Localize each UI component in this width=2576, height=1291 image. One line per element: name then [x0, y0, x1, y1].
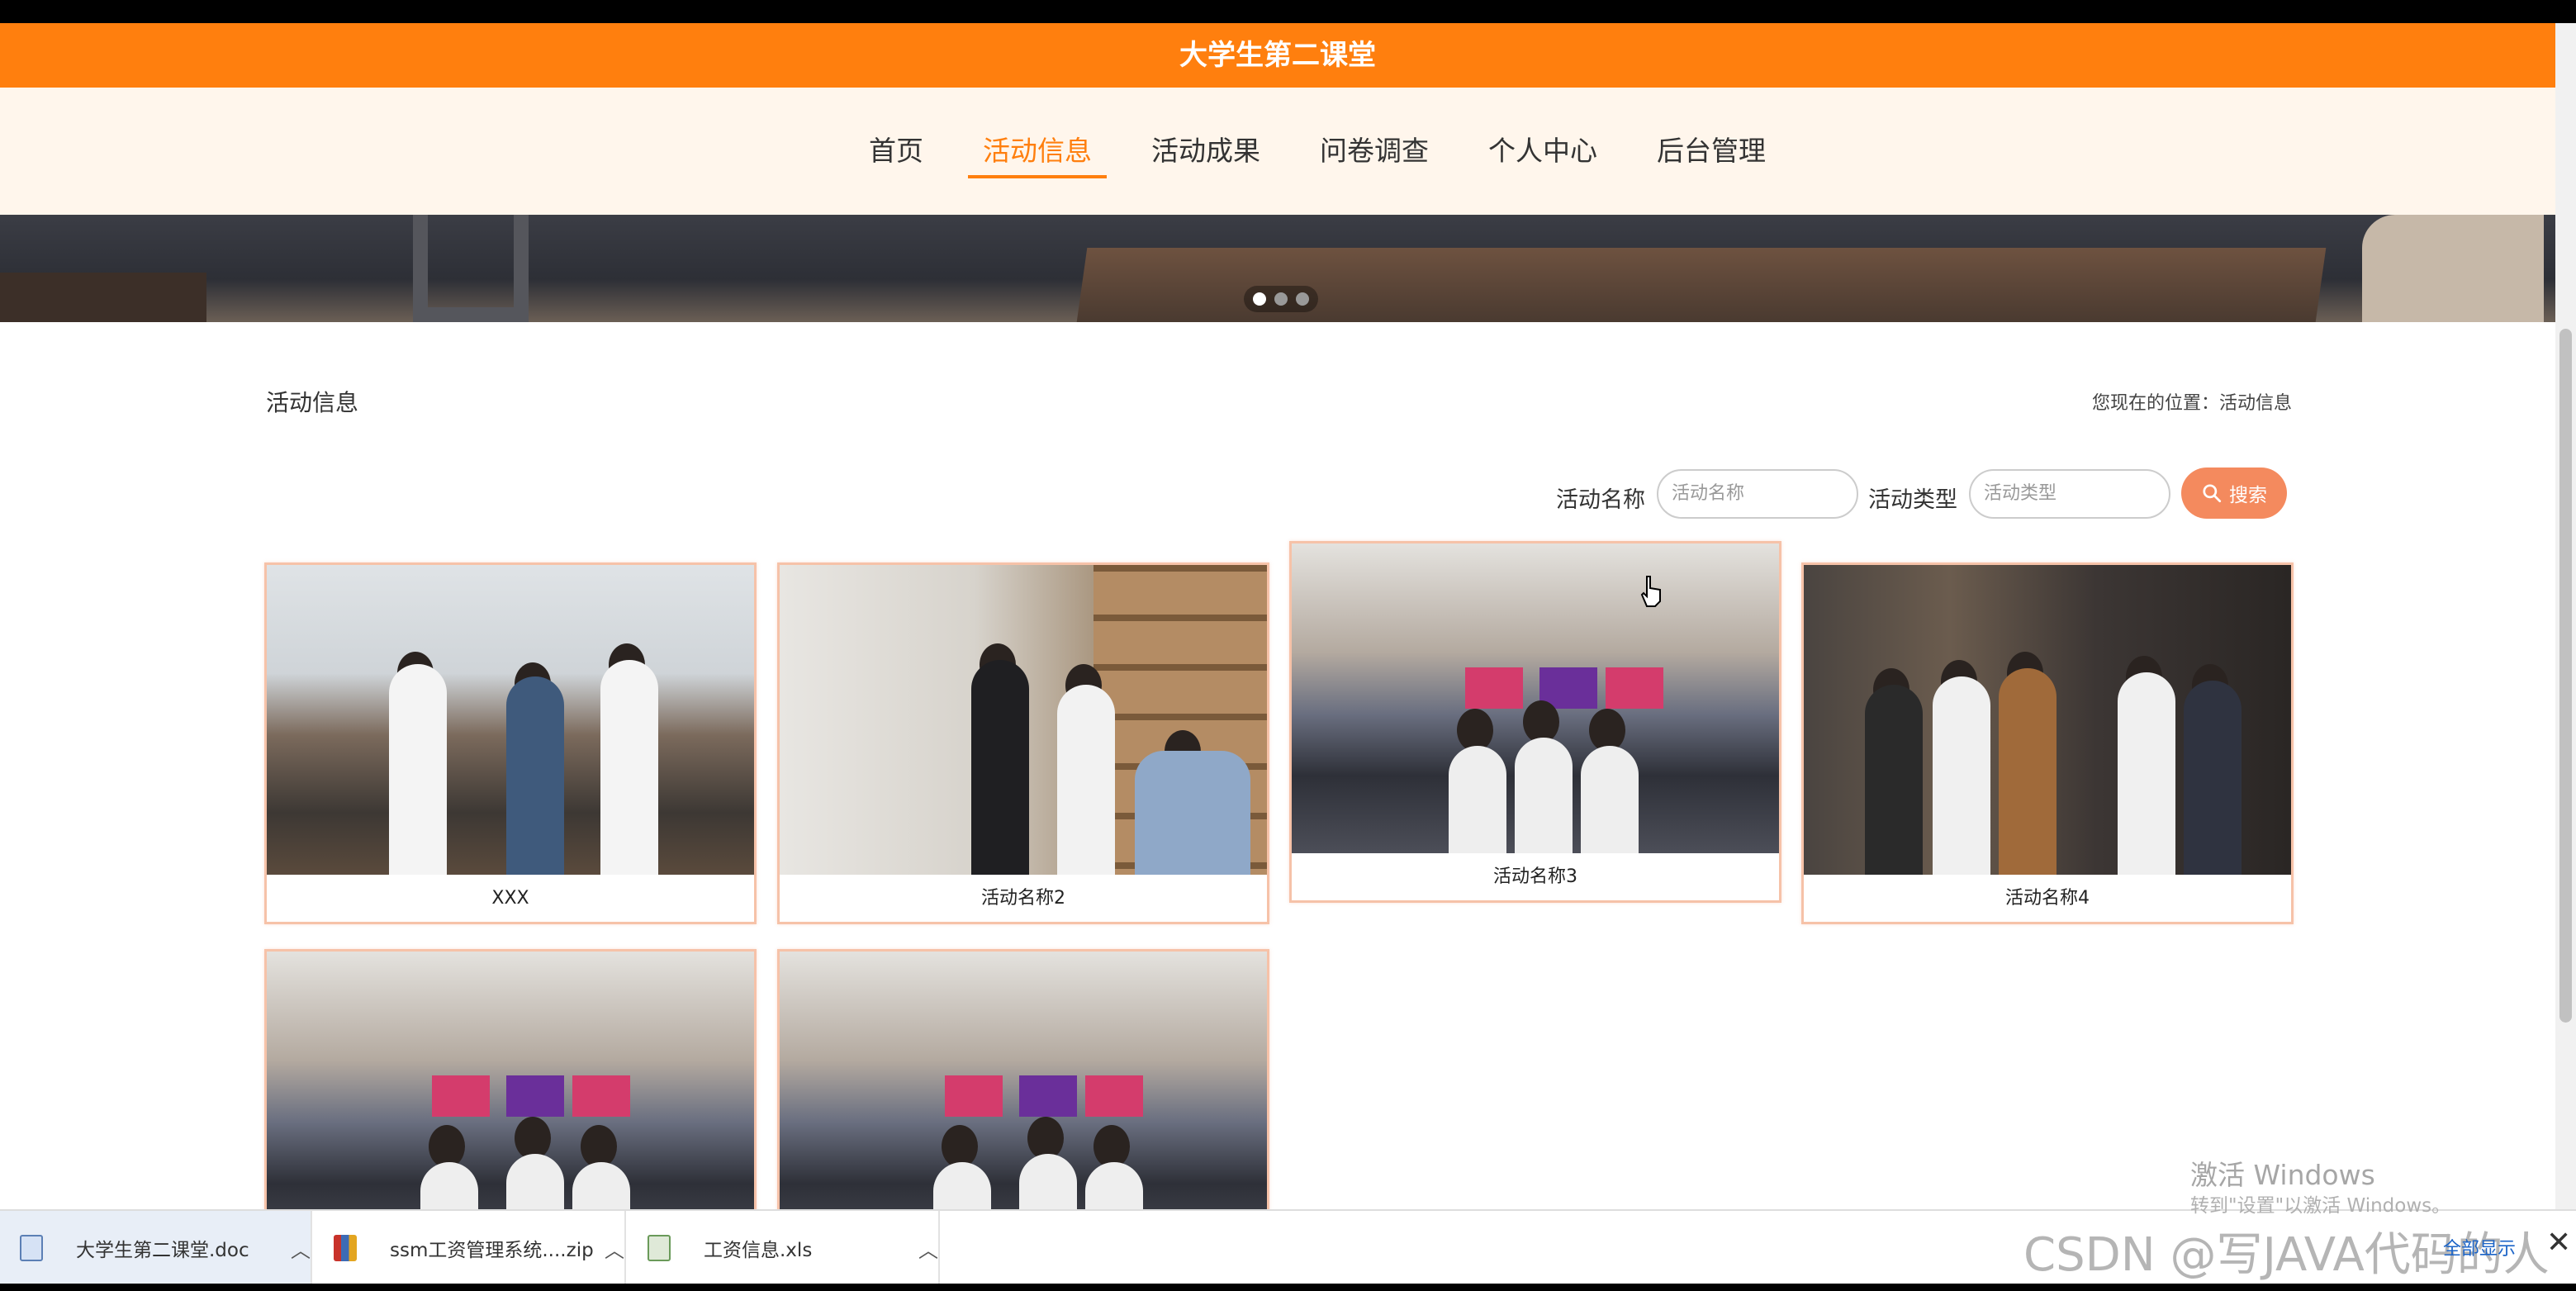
photo-detail: [1019, 1075, 1077, 1117]
nav-item-activities[interactable]: 活动信息: [968, 88, 1107, 215]
photo-detail: [945, 1075, 1003, 1117]
activity-card-title: 活动名称2: [981, 888, 1065, 909]
chevron-up-icon[interactable]: ︿: [918, 1234, 938, 1263]
carousel-dot[interactable]: [1274, 292, 1288, 306]
nav-label: 活动成果: [1151, 135, 1260, 167]
photo-detail: [2184, 681, 2242, 875]
nav-label: 首页: [869, 135, 923, 167]
site-header: 大学生第二课堂: [0, 23, 2555, 88]
nav-item-results[interactable]: 活动成果: [1136, 88, 1275, 215]
photo-detail: [506, 1154, 564, 1209]
xls-icon: [648, 1235, 671, 1261]
show-all-downloads-link[interactable]: 全部显示: [2443, 1234, 2516, 1260]
photo-detail: [506, 1075, 564, 1117]
photo-detail: [2118, 672, 2175, 875]
download-item[interactable]: ssm工资管理系统....zip ︿: [314, 1211, 626, 1285]
photo-detail: [1057, 685, 1115, 875]
photo-detail: [1465, 667, 1523, 709]
activity-photo: [780, 952, 1267, 1209]
photo-detail: [389, 664, 447, 875]
banner-image-part: [413, 215, 529, 322]
screen-bottom-edge: [0, 1284, 2576, 1291]
activity-card[interactable]: 活动名称4: [1801, 562, 2294, 924]
banner-image-part: [0, 273, 206, 322]
close-icon[interactable]: ✕: [2546, 1226, 2571, 1260]
photo-detail: [506, 676, 564, 875]
download-item[interactable]: 大学生第二课堂.doc ︿: [0, 1211, 312, 1285]
activity-type-label: 活动类型: [1868, 487, 1957, 513]
zip-icon: [334, 1235, 357, 1261]
photo-detail: [1085, 1075, 1143, 1117]
banner-carousel[interactable]: [0, 215, 2555, 322]
activity-photo: [267, 952, 754, 1209]
photo-detail: [600, 660, 658, 875]
photo-detail: [1865, 685, 1923, 875]
download-item-name: ssm工资管理系统....zip: [390, 1240, 594, 1261]
nav-item-profile[interactable]: 个人中心: [1473, 88, 1612, 215]
nav-label: 活动信息: [983, 135, 1092, 167]
banner-image-part: [2362, 215, 2544, 322]
carousel-dot[interactable]: [1253, 292, 1266, 306]
main-nav: 首页 活动信息 活动成果 问卷调查 个人中心 后台管理: [0, 88, 2555, 215]
photo-detail: [1515, 738, 1573, 853]
photo-detail: [1085, 1162, 1143, 1209]
photo-detail: [933, 1162, 991, 1209]
download-item-name: 大学生第二课堂.doc: [76, 1240, 249, 1261]
photo-detail: [432, 1075, 490, 1117]
nav-label: 后台管理: [1657, 135, 1766, 167]
photo-detail: [1449, 746, 1506, 853]
activity-card-title: 活动名称3: [1493, 866, 1577, 887]
search-button[interactable]: 搜索: [2181, 468, 2287, 519]
nav-label: 问卷调查: [1320, 135, 1429, 167]
photo-detail: [1933, 676, 1990, 875]
activity-card-title: 活动名称4: [2005, 888, 2090, 909]
activity-card[interactable]: 活动名称3: [1289, 541, 1781, 903]
nav-label: 个人中心: [1488, 135, 1597, 167]
scrollbar-thumb[interactable]: [2559, 329, 2572, 1023]
section-title: 活动信息: [266, 389, 359, 416]
site-title: 大学生第二课堂: [1179, 39, 1376, 72]
activity-photo: [780, 565, 1267, 875]
photo-detail: [1581, 746, 1639, 853]
photo-detail: [1135, 751, 1250, 875]
photo-detail: [572, 1162, 630, 1209]
activity-name-label: 活动名称: [1556, 487, 1645, 513]
activity-name-input[interactable]: 活动名称: [1657, 469, 1858, 519]
carousel-indicators: [1244, 286, 1318, 312]
windows-activation-title: 激活 Windows: [2190, 1159, 2375, 1191]
carousel-dot[interactable]: [1296, 292, 1309, 306]
photo-detail: [420, 1162, 478, 1209]
search-button-label: 搜索: [2229, 485, 2267, 506]
activity-card[interactable]: [264, 949, 757, 1209]
search-icon: [2203, 484, 2222, 503]
photo-detail: [1606, 667, 1663, 709]
doc-icon: [20, 1235, 43, 1261]
hand-cursor-icon: [1640, 576, 1661, 607]
activity-card[interactable]: 活动名称2: [777, 562, 1269, 924]
activity-photo: [267, 565, 754, 875]
photo-detail: [1999, 668, 2057, 875]
activity-type-input[interactable]: 活动类型: [1969, 469, 2170, 519]
activity-card[interactable]: XXX: [264, 562, 757, 924]
chevron-up-icon[interactable]: ︿: [605, 1234, 624, 1263]
activity-photo: [1292, 543, 1779, 853]
download-item[interactable]: 工资信息.xls ︿: [628, 1211, 940, 1285]
activity-card-title: XXX: [491, 888, 529, 909]
nav-item-survey[interactable]: 问卷调查: [1305, 88, 1444, 215]
activity-photo: [1804, 565, 2291, 875]
chevron-up-icon[interactable]: ︿: [291, 1234, 311, 1263]
page-scrollbar[interactable]: [2555, 23, 2576, 1209]
nav-item-home[interactable]: 首页: [854, 88, 938, 215]
photo-detail: [971, 660, 1029, 875]
photo-detail: [1019, 1154, 1077, 1209]
breadcrumb: 您现在的位置：活动信息: [2091, 393, 2292, 414]
windows-activation-hint: 转到"设置"以激活 Windows。: [2190, 1195, 2451, 1217]
screen-top-edge: [0, 0, 2576, 23]
photo-detail: [572, 1075, 630, 1117]
nav-item-admin[interactable]: 后台管理: [1642, 88, 1781, 215]
activity-card[interactable]: [777, 949, 1269, 1209]
download-item-name: 工资信息.xls: [704, 1240, 813, 1261]
browser-page: 大学生第二课堂 首页 活动信息 活动成果 问卷调查 个人中心 后台管理 活动信息…: [0, 23, 2555, 1209]
